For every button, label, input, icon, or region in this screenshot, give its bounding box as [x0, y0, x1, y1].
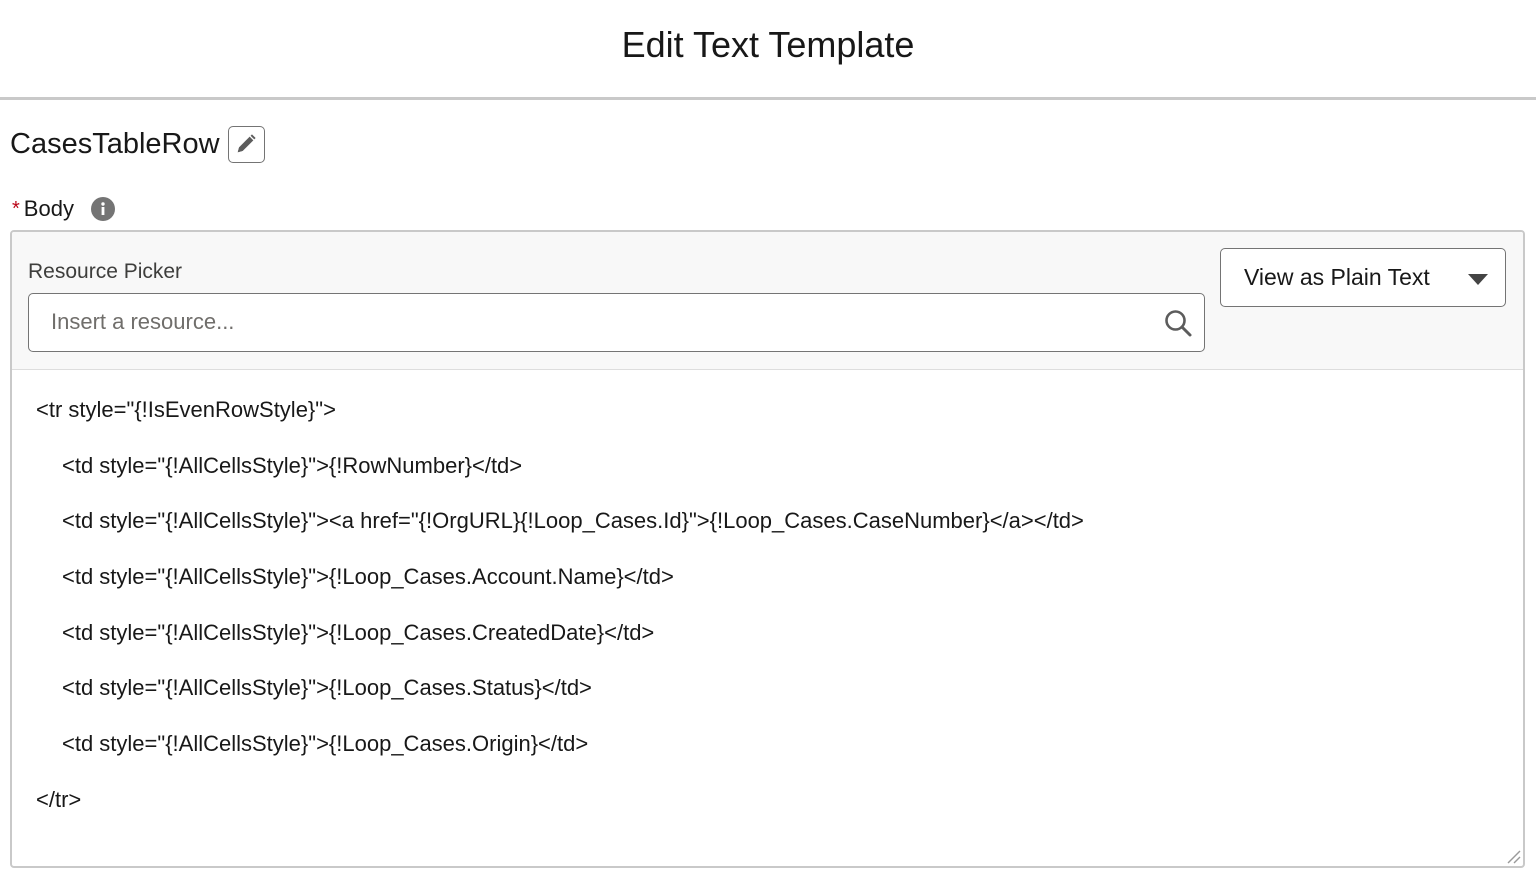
resource-picker-label: Resource Picker: [28, 260, 183, 283]
edit-name-button[interactable]: [227, 125, 265, 163]
code-line: <td style="{!AllCellsStyle}">{!Loop_Case…: [62, 564, 674, 590]
template-body-text[interactable]: <tr style="{!IsEvenRowStyle}"> <td style=…: [36, 397, 1503, 843]
body-editor: Resource Picker View as Plain Text <tr s…: [10, 230, 1525, 868]
resource-picker[interactable]: [28, 293, 1205, 352]
code-line: <td style="{!AllCellsStyle}">{!Loop_Case…: [62, 675, 592, 701]
resize-handle-icon[interactable]: [1505, 848, 1521, 864]
resource-name-row: CasesTableRow: [10, 124, 265, 164]
required-marker: *: [12, 197, 20, 220]
search-icon[interactable]: [1162, 307, 1194, 339]
code-line: <td style="{!AllCellsStyle}">{!Loop_Case…: [62, 619, 655, 645]
resource-picker-input[interactable]: [51, 294, 1131, 350]
code-line: <td style="{!AllCellsStyle}">{!Loop_Case…: [62, 731, 589, 757]
view-mode-label: View as Plain Text: [1244, 264, 1430, 290]
body-label-text: Body: [23, 196, 74, 221]
code-line: <tr style="{!IsEvenRowStyle}">: [36, 397, 336, 422]
resource-api-name: CasesTableRow: [10, 127, 220, 160]
code-line: </tr>: [36, 786, 82, 812]
view-mode-dropdown[interactable]: View as Plain Text: [1220, 248, 1506, 307]
page-title: Edit Text Template: [621, 24, 915, 65]
code-line: <td style="{!AllCellsStyle}"><a href="{!…: [62, 508, 1084, 534]
modal-header: Edit Text Template: [0, 0, 1536, 100]
info-icon[interactable]: [90, 197, 115, 221]
caret-down-icon: [1468, 274, 1488, 285]
body-field-label: * Body: [12, 195, 115, 223]
editor-toolbar: Resource Picker View as Plain Text: [12, 232, 1523, 370]
pencil-icon: [237, 134, 256, 153]
code-line: <td style="{!AllCellsStyle}">{!RowNumber…: [62, 452, 523, 478]
